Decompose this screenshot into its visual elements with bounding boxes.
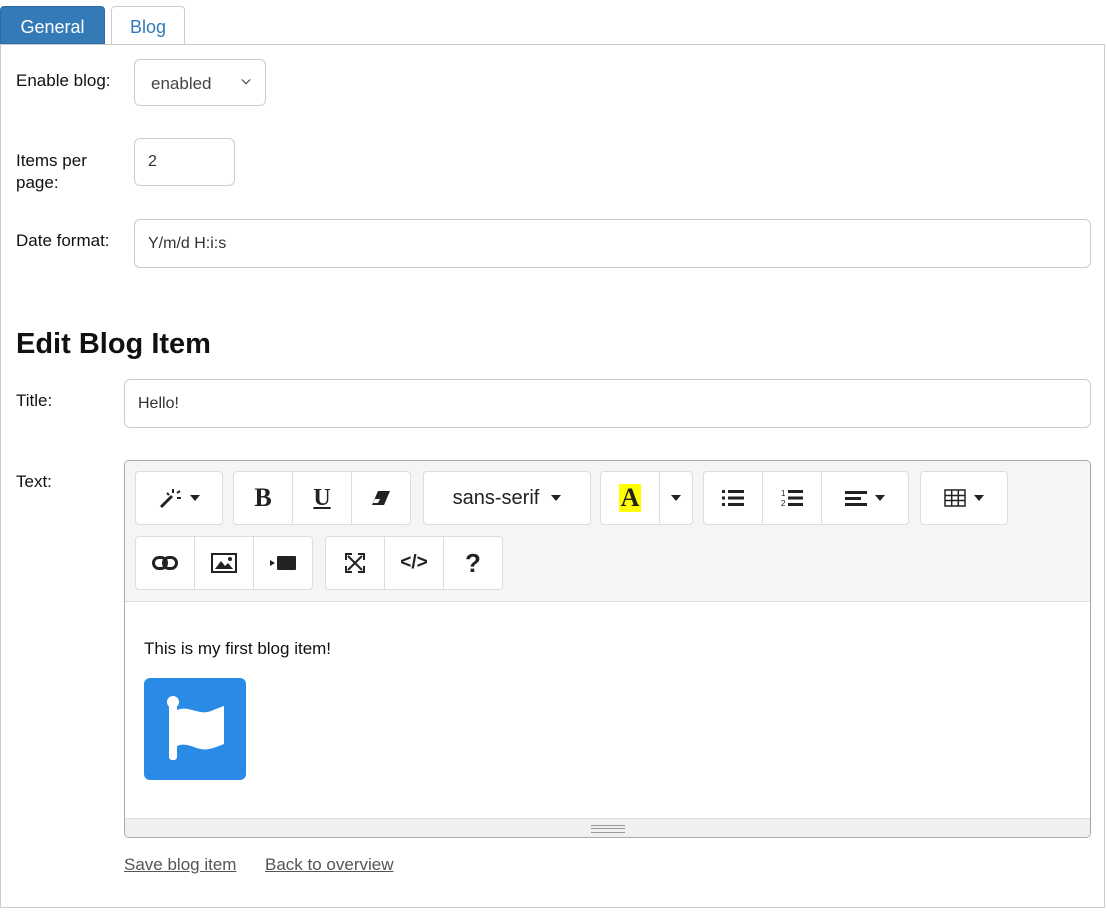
title-value: Hello! [138,394,179,412]
table-group [920,471,1008,525]
bold-icon: B [254,483,272,512]
ordered-list-button[interactable]: 1 2 [762,471,822,525]
bold-button[interactable]: B [233,471,293,525]
video-button[interactable] [253,536,313,590]
edit-blog-heading: Edit Blog Item [16,328,211,360]
items-per-page-input[interactable]: 2 [134,138,235,186]
table-icon [944,489,966,507]
font-color-button[interactable]: A [600,471,660,525]
font-color-icon: A [618,483,642,512]
content-paragraph: This is my first blog item! [144,639,332,658]
items-per-page-value: 2 [148,153,157,170]
caret-down-icon [974,495,984,501]
color-group: A [600,471,693,525]
editor-resize-bar[interactable] [125,818,1090,837]
tab-general[interactable]: General [0,6,105,44]
caret-down-icon [875,495,885,501]
code-view-button[interactable]: </> [384,536,444,590]
caret-down-icon [671,495,681,501]
rich-text-editor: B U sans-serif A 1 2 </> ? This is my fi… [124,460,1091,838]
eraser-icon [372,491,390,505]
color-dropdown-button[interactable] [659,471,693,525]
text-label: Text: [16,472,52,491]
back-to-overview-link[interactable]: Back to overview [265,855,394,875]
unordered-list-button[interactable] [703,471,763,525]
align-button[interactable] [821,471,909,525]
underline-button[interactable]: U [292,471,352,525]
tab-blog[interactable]: Blog [111,6,185,45]
table-button[interactable] [920,471,1008,525]
font-name-label: sans-serif [452,486,540,509]
style-group [135,471,223,525]
flag-image [144,678,246,780]
svg-text:1: 1 [781,489,786,498]
date-format-value: Y/m/d H:i:s [148,234,227,252]
items-per-page-label-line1: Items per [16,151,87,170]
magic-icon [159,489,181,509]
fullscreen-button[interactable] [325,536,385,590]
items-per-page-label: Items per page: [16,150,87,194]
unordered-list-icon [722,490,744,506]
link-icon [152,556,178,570]
enable-blog-value: enabled [151,74,212,93]
style-button[interactable] [135,471,223,525]
underline-icon: U [313,484,331,511]
picture-button[interactable] [194,536,254,590]
link-button[interactable] [135,536,195,590]
help-icon: ? [465,547,481,578]
help-button[interactable]: ? [443,536,503,590]
editor-content[interactable]: This is my first blog item! [125,602,1090,819]
paragraph-group: 1 2 [703,471,909,525]
resize-grip-icon [590,825,625,833]
enable-blog-label: Enable blog: [16,71,111,90]
svg-text:2: 2 [781,499,786,508]
ordered-list-icon: 1 2 [781,489,803,508]
flag-icon [167,696,224,760]
align-icon [845,491,867,506]
video-icon [270,556,296,570]
caret-down-icon [190,495,200,501]
items-per-page-label-line2: page: [16,173,59,192]
title-label: Title: [16,391,53,410]
insert-group [135,536,313,590]
save-blog-item-link[interactable]: Save blog item [124,855,236,875]
clear-format-button[interactable] [351,471,411,525]
chevron-down-icon [241,79,251,85]
fullscreen-icon [345,553,365,573]
editor-toolbar: B U sans-serif A 1 2 </> ? [125,461,1090,602]
font-name-button[interactable]: sans-serif [423,471,591,525]
caret-down-icon [551,495,562,501]
font-style-group: B U [233,471,411,525]
title-input[interactable]: Hello! [124,379,1091,428]
enable-blog-select[interactable]: enabled [134,59,266,106]
date-format-input[interactable]: Y/m/d H:i:s [134,219,1091,268]
code-view-icon: </> [400,552,428,573]
picture-icon [211,553,237,573]
font-name-group: sans-serif [423,471,591,525]
view-group: </> ? [325,536,503,590]
date-format-label: Date format: [16,231,110,250]
